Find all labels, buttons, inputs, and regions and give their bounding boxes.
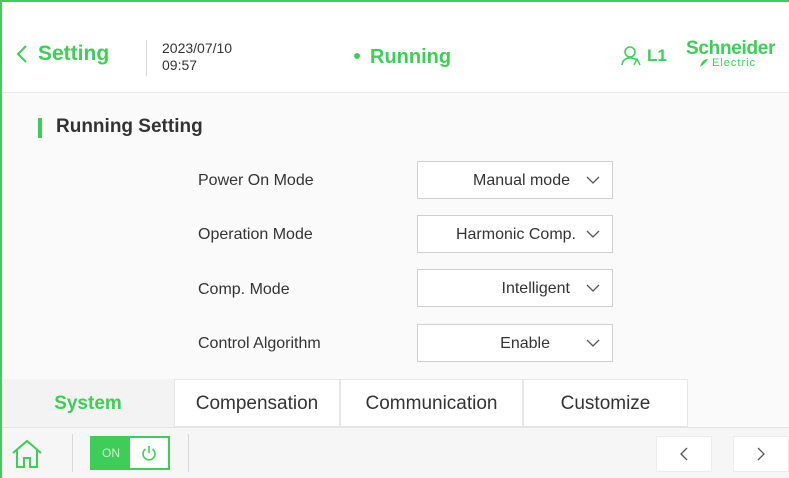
- user-level-text: L1: [647, 46, 667, 65]
- status-indicator: Running: [354, 46, 451, 69]
- back-label: Setting: [38, 42, 110, 65]
- chevron-down-icon: [586, 176, 600, 184]
- power-state-label: ON: [102, 446, 120, 460]
- chevron-right-icon: [757, 447, 765, 461]
- previous-page-button[interactable]: [656, 436, 712, 472]
- comp-mode-select[interactable]: Intelligent: [417, 269, 613, 307]
- divider: [146, 40, 147, 76]
- brand-logo: Schneider Electric: [686, 38, 775, 69]
- tab-communication[interactable]: Communication: [340, 379, 523, 427]
- select-value: Harmonic Comp.: [455, 226, 576, 243]
- chevron-down-icon: [586, 230, 600, 238]
- user-level-button[interactable]: L1: [620, 45, 667, 67]
- section-title: Running Setting: [38, 116, 203, 138]
- control-algorithm-label: Control Algorithm: [198, 335, 321, 352]
- control-algorithm-select[interactable]: Enable: [417, 324, 613, 362]
- power-toggle[interactable]: ON: [90, 436, 170, 470]
- power-on-mode-label: Power On Mode: [198, 172, 314, 189]
- home-icon: [12, 439, 42, 468]
- section-accent-bar: [38, 118, 42, 138]
- select-value: Manual mode: [473, 172, 570, 189]
- status-text: Running: [370, 46, 452, 68]
- home-button[interactable]: [10, 438, 44, 475]
- back-button[interactable]: Setting: [16, 42, 109, 66]
- datetime: 2023/07/10 09:57: [162, 40, 232, 74]
- chevron-down-icon: [586, 284, 600, 292]
- tab-customize[interactable]: Customize: [523, 379, 688, 427]
- operation-mode-select[interactable]: Harmonic Comp.: [417, 215, 613, 253]
- power-icon: [142, 446, 156, 461]
- select-value: Enable: [500, 335, 550, 352]
- divider: [72, 434, 73, 472]
- select-value: Intelligent: [501, 280, 571, 297]
- tab-bar: System Compensation Communication Custom…: [2, 379, 789, 427]
- bottom-bar: ON: [2, 427, 789, 478]
- chevron-down-icon: [586, 339, 600, 347]
- time-text: 09:57: [162, 57, 198, 73]
- brand-mark-icon: [700, 59, 708, 67]
- app-window: Setting 2023/07/10 09:57 Running L1 Schn…: [0, 0, 789, 478]
- user-icon: [621, 46, 641, 66]
- header: Setting 2023/07/10 09:57 Running L1 Schn…: [2, 2, 789, 93]
- divider: [188, 434, 189, 472]
- tab-system[interactable]: System: [2, 379, 174, 427]
- status-dot-icon: [354, 52, 360, 59]
- next-page-button[interactable]: [733, 436, 789, 472]
- comp-mode-label: Comp. Mode: [198, 281, 290, 298]
- tab-compensation[interactable]: Compensation: [174, 379, 340, 427]
- chevron-left-icon: [16, 45, 27, 63]
- date-text: 2023/07/10: [162, 40, 233, 56]
- power-on-mode-select[interactable]: Manual mode: [417, 161, 613, 199]
- chevron-left-icon: [680, 447, 688, 461]
- operation-mode-label: Operation Mode: [198, 226, 313, 243]
